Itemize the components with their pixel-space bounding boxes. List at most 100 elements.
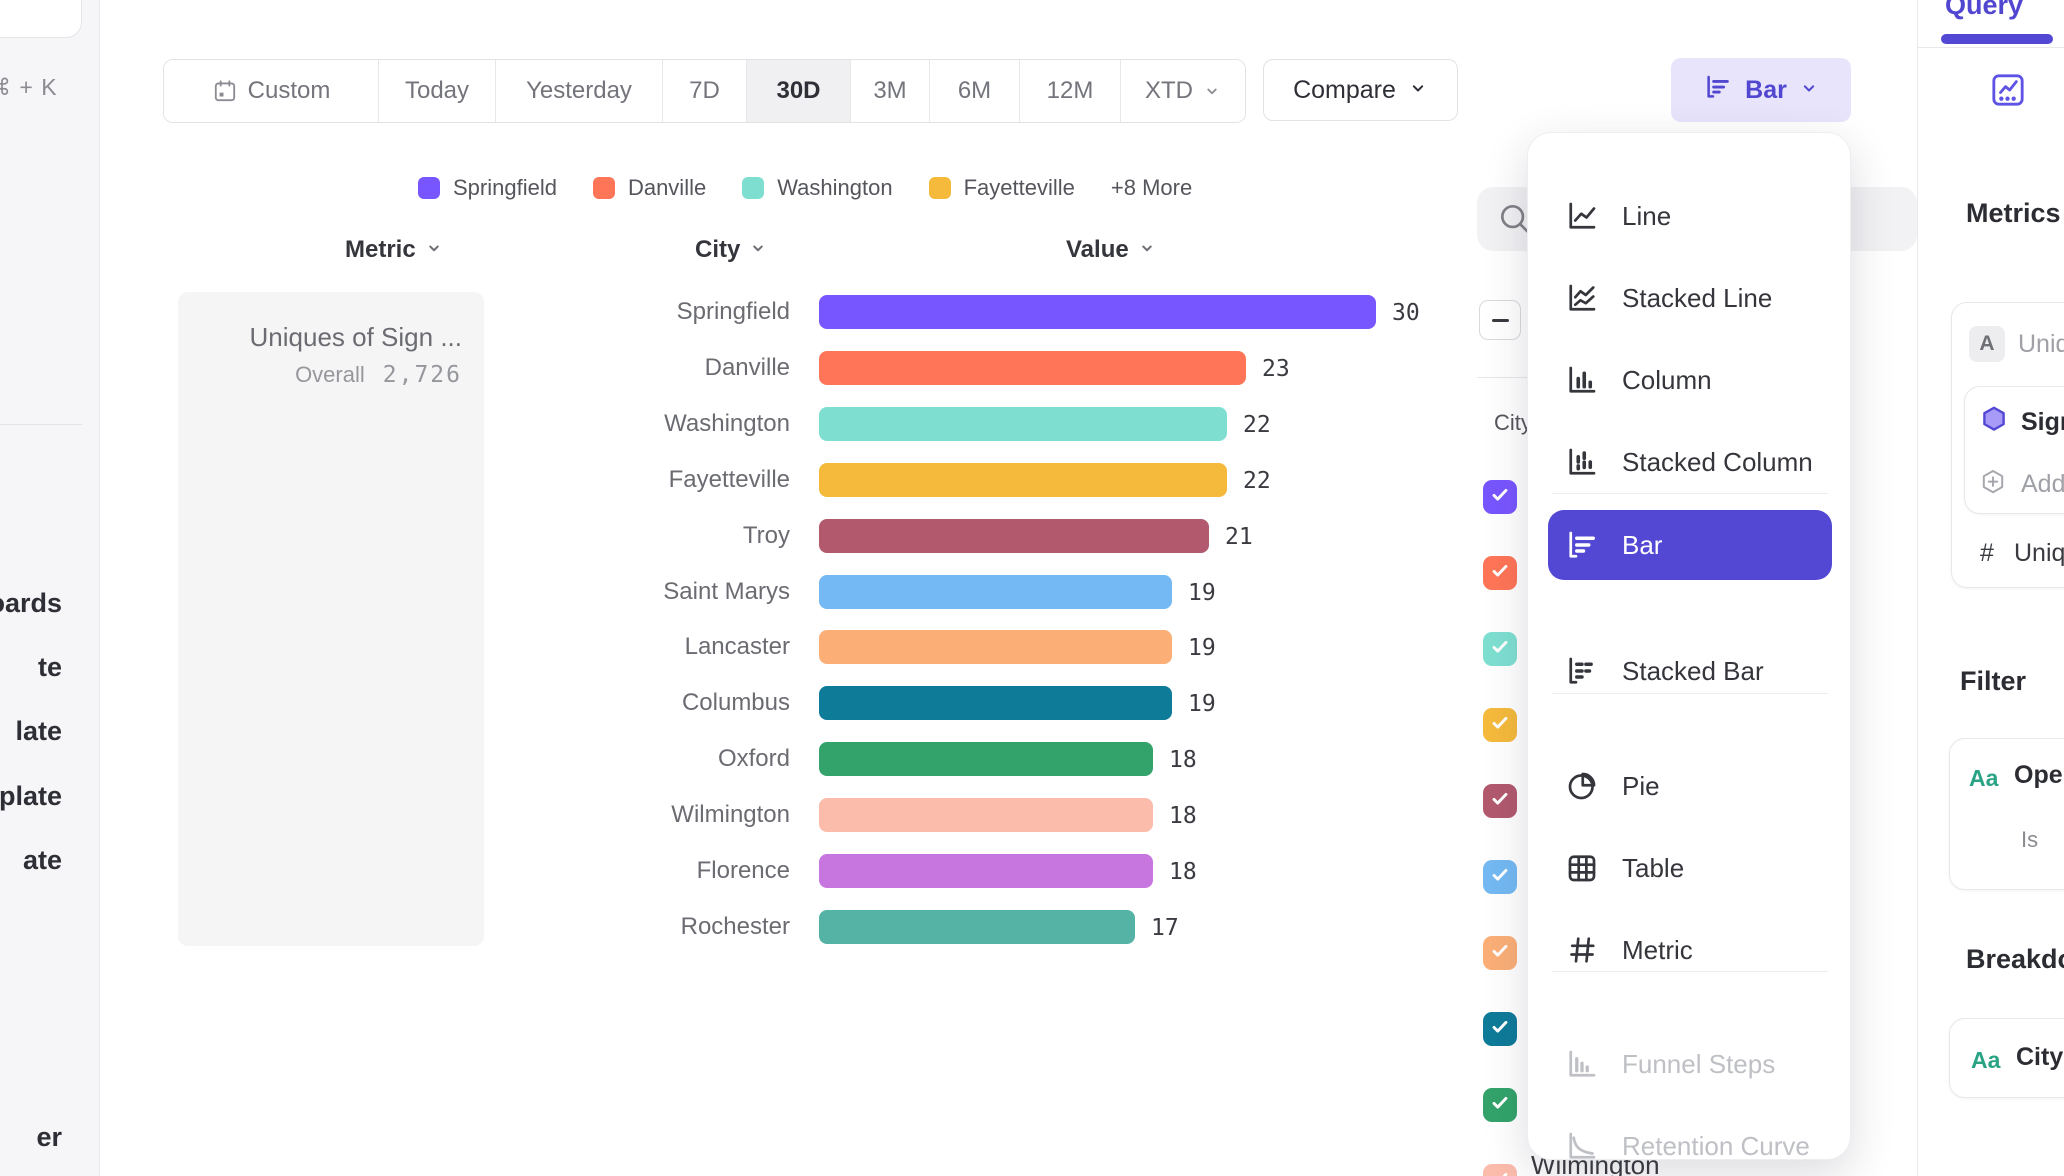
bar-rochester[interactable] (819, 910, 1135, 944)
bar-category-label: Florence (480, 854, 790, 888)
menu-item-stacked-column[interactable]: Stacked Column (1548, 427, 1832, 497)
command-k-shortcut: ⌘ + K (0, 74, 66, 101)
tab-query[interactable]: Query (1945, 0, 2023, 21)
column-icon (1564, 362, 1600, 398)
date-range-today[interactable]: Today (379, 60, 496, 122)
bar-value: 17 (1151, 910, 1179, 944)
breakdown-heading: Breakdown (1966, 944, 2064, 975)
bar-washington[interactable] (819, 407, 1227, 441)
add-event-label[interactable]: Add (2021, 470, 2064, 499)
event-name: Sign up (2021, 408, 2064, 437)
city-checkbox[interactable] (1483, 1164, 1517, 1176)
check-icon (1489, 864, 1511, 891)
sidebar-item[interactable]: ate (0, 845, 62, 876)
overall-value: 2,726 (383, 362, 462, 388)
city-checkbox[interactable] (1483, 1088, 1517, 1122)
metric-icon (1564, 932, 1600, 968)
legend-item[interactable]: Washington (742, 175, 892, 201)
bar-florence[interactable] (819, 854, 1153, 888)
legend-item[interactable]: Springfield (418, 175, 557, 201)
sidebar-item[interactable]: oards (0, 588, 62, 619)
menu-item-stacked-line[interactable]: Stacked Line (1548, 263, 1832, 333)
date-range-custom[interactable]: Custom (164, 60, 379, 122)
bar-oxford[interactable] (819, 742, 1153, 776)
menu-item-line[interactable]: Line (1548, 181, 1832, 251)
bar-saint-marys[interactable] (819, 575, 1172, 609)
event-card[interactable]: Sign up Add (1964, 386, 2064, 514)
date-range-6m[interactable]: 6M (930, 60, 1020, 122)
legend-more[interactable]: +8 More (1111, 175, 1192, 201)
column-header-value[interactable]: Value (1066, 236, 1156, 264)
sidebar-item[interactable]: late (0, 716, 62, 747)
date-range-3m[interactable]: 3M (851, 60, 930, 122)
bar-category-label: Wilmington (480, 798, 790, 832)
bar-springfield[interactable] (819, 295, 1376, 329)
city-checkbox[interactable] (1483, 556, 1517, 590)
bar-danville[interactable] (819, 351, 1246, 385)
pie-icon (1564, 768, 1600, 804)
compare-button[interactable]: Compare (1263, 59, 1458, 121)
column-header-metric[interactable]: Metric (345, 236, 443, 264)
date-range-7d[interactable]: 7D (663, 60, 747, 122)
insights-chart-icon[interactable] (1988, 70, 2028, 115)
legend-item[interactable]: Fayetteville (929, 175, 1075, 201)
event-hexagon-icon (1978, 404, 2010, 441)
menu-item-table[interactable]: Table (1548, 833, 1832, 903)
column-header-city[interactable]: City (695, 236, 767, 264)
chevron-down-icon (1799, 76, 1819, 105)
bar-lancaster[interactable] (819, 630, 1172, 664)
panel-header-border (1918, 47, 2064, 48)
bar-icon (1564, 527, 1600, 563)
city-checkbox[interactable] (1483, 632, 1517, 666)
city-checkbox[interactable] (1483, 708, 1517, 742)
legend-swatch (418, 177, 440, 199)
menu-item-column[interactable]: Column (1548, 345, 1832, 415)
breakdown-card[interactable]: Aa City (1949, 1018, 2064, 1098)
unique-row-label[interactable]: Uniques (2014, 539, 2064, 568)
check-icon (1489, 788, 1511, 815)
filter-type-badge: Aa (1969, 765, 1998, 792)
filter-card[interactable]: Aa Ope Is i (1949, 738, 2064, 890)
chevron-down-icon (1203, 82, 1221, 100)
city-checkbox[interactable] (1483, 1012, 1517, 1046)
filter-operator[interactable]: Is (2021, 827, 2038, 853)
bar-category-label: Oxford (480, 742, 790, 776)
line-icon (1564, 198, 1600, 234)
menu-item-stacked-bar[interactable]: Stacked Bar (1548, 636, 1832, 706)
bar-troy[interactable] (819, 519, 1209, 553)
bar-category-label: Fayetteville (480, 463, 790, 497)
overall-label: Overall (295, 362, 365, 388)
chart-type-button[interactable]: Bar (1671, 58, 1851, 122)
date-range-xtd[interactable]: XTD (1121, 60, 1245, 122)
city-checkbox[interactable] (1483, 936, 1517, 970)
query-panel: Query Metrics A Uniques Sign up Add # Un… (1917, 0, 2064, 1176)
date-range-12m[interactable]: 12M (1020, 60, 1121, 122)
bar-fayetteville[interactable] (819, 463, 1227, 497)
date-range-yesterday[interactable]: Yesterday (496, 60, 663, 122)
bar-value: 22 (1243, 463, 1271, 497)
menu-item-metric[interactable]: Metric (1548, 915, 1832, 985)
stacked-column-icon (1564, 444, 1600, 480)
sidebar-item[interactable]: te (0, 652, 62, 683)
metric-card[interactable]: Uniques of Sign ... Overall 2,726 (178, 292, 484, 946)
date-range-30d[interactable]: 30D (747, 60, 851, 122)
sidebar-item[interactable]: er (0, 1122, 62, 1153)
menu-item-bar[interactable]: Bar (1548, 510, 1832, 580)
collapse-legend-button[interactable] (1479, 300, 1521, 340)
bar-columbus[interactable] (819, 686, 1172, 720)
bar-value: 23 (1262, 351, 1290, 385)
city-checkbox[interactable] (1483, 860, 1517, 894)
add-event-icon[interactable] (1976, 466, 2010, 505)
menu-item-retention-curve[interactable]: Retention Curve (1548, 1111, 1832, 1176)
bar-value: 21 (1225, 519, 1253, 553)
menu-item-pie[interactable]: Pie (1548, 751, 1832, 821)
city-checkbox[interactable] (1483, 784, 1517, 818)
sidebar-item[interactable]: plate (0, 781, 62, 812)
legend-item[interactable]: Danville (593, 175, 706, 201)
chevron-down-icon (425, 236, 443, 264)
city-checkbox[interactable] (1483, 480, 1517, 514)
metrics-card[interactable]: A Uniques Sign up Add # Uniques (1951, 302, 2064, 588)
bar-wilmington[interactable] (819, 798, 1153, 832)
menu-item-funnel-steps[interactable]: Funnel Steps (1548, 1029, 1832, 1099)
left-sidebar: ⌘ + K oards te late plate ate er (0, 0, 100, 1176)
